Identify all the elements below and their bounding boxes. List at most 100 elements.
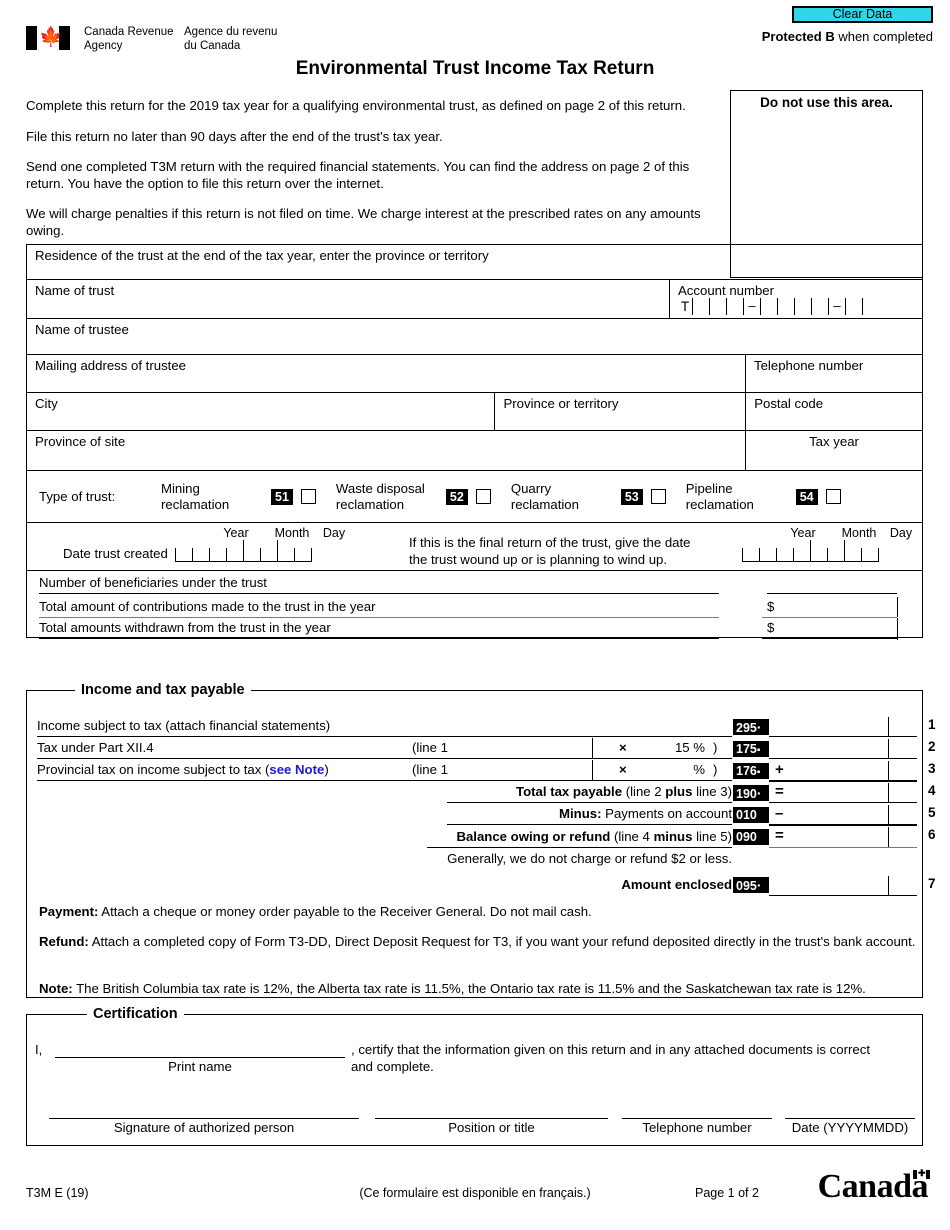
cert-date-input[interactable] — [785, 1118, 915, 1119]
tax-year-field[interactable]: Tax year — [745, 431, 922, 470]
page-title: Environmental Trust Income Tax Return — [295, 58, 655, 79]
telephone-field[interactable]: Telephone number — [745, 355, 922, 392]
contributions-label: Total amount of contributions made to th… — [39, 599, 376, 614]
cert-date-caption: Date (YYYYMMDD) — [791, 1120, 909, 1135]
trust-type-mining[interactable]: Mining reclamation 51 — [161, 481, 316, 512]
certification-statement: , certify that the information given on … — [351, 1042, 870, 1074]
income-and-tax-payable-section: Income and tax payable Income subject to… — [26, 682, 936, 998]
trust-type-pipeline-checkbox[interactable] — [825, 489, 841, 504]
line7-number: 7 — [928, 876, 936, 891]
line5-minus-icon: – — [775, 805, 784, 822]
contributions-row: Total amount of contributions made to th… — [27, 597, 922, 618]
trust-type-pipeline[interactable]: Pipeline reclamation 54 — [686, 481, 841, 512]
beneficiaries-count-row: Number of beneficiaries under the trust — [27, 575, 922, 597]
line1-underline — [37, 736, 732, 737]
line2-divider — [592, 738, 593, 758]
line2-cents-divider — [888, 739, 889, 758]
residence-row[interactable]: Residence of the trust at the end of the… — [27, 245, 730, 279]
province-of-site-field[interactable]: Province of site — [27, 431, 745, 470]
clear-data-button[interactable]: Clear Data — [792, 6, 933, 23]
account-number-field[interactable]: Account number T – – — [669, 280, 922, 318]
name-of-trust-field[interactable]: Name of trust — [27, 280, 669, 318]
line5-amount-input[interactable] — [769, 824, 917, 826]
account-cell[interactable] — [692, 298, 709, 315]
province-of-site-label: Province of site — [35, 434, 126, 449]
trust-type-waste-checkbox[interactable] — [475, 489, 491, 504]
line3-multiply-icon: × — [619, 762, 627, 777]
trust-type-quarry-checkbox[interactable] — [650, 489, 666, 504]
payment-note: Payment: Attach a cheque or money order … — [39, 904, 592, 919]
line4-cents-divider — [888, 783, 889, 802]
trust-type-mining-code: 51 — [271, 488, 293, 505]
cra-logo-text-en: Canada Revenue Agency — [84, 26, 174, 52]
line3-paren: (line 1 — [412, 762, 448, 777]
certification-i-label: I, — [35, 1042, 43, 1057]
trust-type-waste[interactable]: Waste disposal reclamation 52 — [336, 481, 491, 512]
cert-telephone-caption: Telephone number — [642, 1120, 752, 1135]
account-cell[interactable] — [845, 298, 862, 315]
protected-b-label: Protected B when completed — [762, 29, 933, 44]
mailing-address-field[interactable]: Mailing address of trustee — [27, 355, 745, 392]
line3-amount-input[interactable] — [769, 780, 917, 782]
line2-underline — [37, 758, 732, 759]
trust-type-waste-label: Waste disposal reclamation — [335, 481, 425, 512]
city-field[interactable]: City — [27, 393, 494, 430]
line6-amount-input[interactable] — [769, 847, 917, 848]
wind-up-day-label: Day — [889, 526, 913, 540]
intro-paragraph-2: File this return no later than 90 days a… — [26, 128, 443, 144]
line4-amount-input[interactable] — [769, 802, 917, 803]
print-name-input[interactable] — [55, 1057, 345, 1058]
type-of-trust-label: Type of trust: — [39, 489, 116, 504]
beneficiaries-count-input[interactable] — [39, 593, 719, 594]
withdrawals-amount[interactable] — [762, 638, 897, 639]
trust-type-quarry[interactable]: Quarry reclamation 53 — [511, 481, 666, 512]
line7-amount-input[interactable] — [769, 895, 917, 896]
postal-code-field[interactable]: Postal code — [745, 393, 922, 430]
province-of-site-row: Province of site Tax year — [27, 430, 922, 470]
withdrawals-dollar-sign: $ — [767, 620, 775, 635]
line5-label: Minus: Payments on account — [559, 806, 732, 821]
account-dash: – — [828, 298, 845, 315]
account-cell[interactable] — [709, 298, 726, 315]
trust-type-mining-checkbox[interactable] — [300, 489, 316, 504]
city-row: City Province or territory Postal code — [27, 392, 922, 430]
signature-input[interactable] — [49, 1118, 359, 1119]
line3-rate[interactable]: % — [657, 762, 705, 777]
date-trust-created-input[interactable] — [175, 540, 312, 562]
account-cell[interactable] — [862, 298, 879, 315]
beneficiaries-block: Number of beneficiaries under the trust … — [27, 570, 922, 640]
name-of-trustee-row[interactable]: Name of trustee — [27, 318, 922, 354]
residence-label: Residence of the trust at the end of the… — [35, 248, 489, 263]
line5-cents-divider — [888, 805, 889, 824]
certification-section: Certification I, Print name , certify th… — [26, 1006, 923, 1146]
trust-type-pipeline-code: 54 — [795, 488, 818, 505]
postal-code-label: Postal code — [754, 396, 824, 411]
line1-label: Income subject to tax (attach financial … — [37, 718, 331, 733]
beneficiaries-count-value[interactable] — [767, 593, 897, 594]
account-number-cells[interactable]: T – – — [678, 298, 879, 315]
account-cell[interactable] — [760, 298, 777, 315]
cra-logo: 🍁 Canada Revenue Agency Agence du revenu… — [26, 26, 294, 53]
account-cell[interactable] — [726, 298, 743, 315]
account-cell[interactable] — [811, 298, 828, 315]
mailing-address-label: Mailing address of trustee — [35, 358, 186, 373]
withdrawals-input[interactable] — [39, 638, 719, 639]
cert-telephone-input[interactable] — [622, 1118, 772, 1119]
line2-rate: 15 % — [674, 740, 705, 755]
print-name-caption: Print name — [168, 1059, 232, 1074]
signature-caption: Signature of authorized person — [113, 1120, 295, 1135]
see-note-link[interactable]: see Note — [269, 762, 324, 777]
account-prefix: T — [680, 299, 690, 314]
line3-number: 3 — [928, 761, 936, 776]
line2-amount-input[interactable] — [769, 758, 917, 759]
line1-amount-input[interactable] — [769, 736, 917, 737]
line7-label: Amount enclosed — [621, 877, 732, 892]
wind-up-date-input[interactable] — [742, 540, 879, 562]
province-field[interactable]: Province or territory — [494, 393, 745, 430]
account-cell[interactable] — [777, 298, 794, 315]
line3-code: 176▪ — [733, 763, 769, 779]
account-cell[interactable] — [794, 298, 811, 315]
withdrawals-row: Total amounts withdrawn from the trust i… — [27, 618, 922, 640]
province-label: Province or territory — [503, 396, 619, 411]
position-input[interactable] — [375, 1118, 608, 1119]
